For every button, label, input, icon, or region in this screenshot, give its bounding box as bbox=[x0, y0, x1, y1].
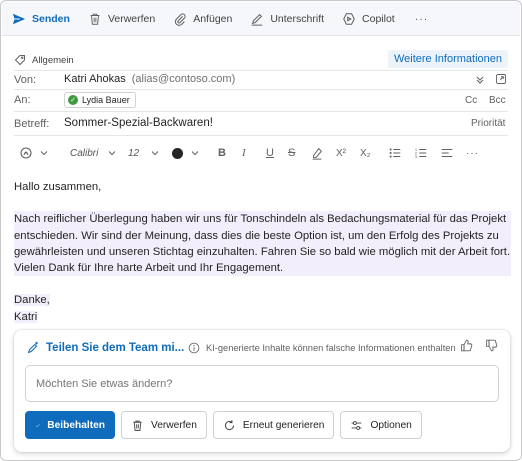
font-size: 12 bbox=[128, 147, 140, 159]
font-color-swatch bbox=[172, 147, 183, 159]
divider bbox=[14, 89, 508, 90]
keep-button[interactable]: Beibehalten bbox=[25, 411, 115, 439]
from-field[interactable]: Katri Ahokas (alias@contoso.com) bbox=[64, 73, 235, 85]
sparkle-pen-icon bbox=[27, 341, 38, 354]
cc-button[interactable]: Cc bbox=[465, 95, 477, 106]
closing: Danke, bbox=[14, 294, 50, 307]
copilot-actions: Beibehalten Verwerfen Erneut generieren … bbox=[25, 411, 422, 439]
strikethrough-button[interactable]: S bbox=[288, 147, 310, 159]
message-body[interactable]: Hallo zusammen, Nach reiflicher Überlegu… bbox=[14, 179, 511, 325]
from-name: Katri Ahokas bbox=[64, 73, 126, 85]
copilot-button[interactable]: Copilot bbox=[342, 7, 395, 31]
numbered-list-icon[interactable]: 123 bbox=[414, 146, 428, 160]
subscript-button[interactable]: X₂ bbox=[360, 148, 388, 159]
bcc-button[interactable]: Bcc bbox=[489, 95, 506, 106]
send-label: Senden bbox=[32, 12, 70, 25]
highlight-icon[interactable] bbox=[310, 146, 324, 160]
more-info-link[interactable]: Weitere Informationen bbox=[387, 50, 508, 68]
priority-button[interactable]: Priorität bbox=[471, 118, 505, 129]
ai-disclaimer: KI-generierte Inhalte können falsche Inf… bbox=[188, 342, 456, 354]
copilot-title[interactable]: Teilen Sie dem Team mi... bbox=[26, 341, 184, 355]
discard-draft-button[interactable]: Verwerfen bbox=[121, 411, 207, 439]
format-styles-icon bbox=[20, 147, 32, 159]
compose-window: Senden Verwerfen Anfügen Unterschrift Co… bbox=[0, 0, 522, 461]
body-paragraph: Nach reiflicher Überlegung haben wir uns… bbox=[14, 211, 511, 277]
greeting: Hallo zusammen, bbox=[14, 181, 102, 193]
send-icon bbox=[12, 13, 26, 24]
attach-label: Anfügen bbox=[193, 12, 233, 25]
compose-toolbar: Senden Verwerfen Anfügen Unterschrift Co… bbox=[2, 2, 520, 36]
chevron-down-icon[interactable] bbox=[475, 75, 485, 85]
align-icon[interactable] bbox=[440, 146, 454, 160]
styles-button[interactable] bbox=[20, 146, 70, 160]
recipient-chip[interactable]: ✓ Lydia Bauer bbox=[64, 92, 136, 108]
tag-icon bbox=[14, 55, 25, 66]
superscript-button[interactable]: X² bbox=[336, 148, 360, 159]
options-sliders-icon bbox=[352, 420, 362, 430]
disclaimer-text: KI-generierte Inhalte können falsche Inf… bbox=[206, 343, 456, 353]
discard-draft-label: Verwerfen bbox=[151, 419, 197, 431]
more-label: ··· bbox=[414, 12, 429, 25]
subject-label: Betreff: bbox=[14, 118, 50, 130]
chevron-down-icon bbox=[40, 151, 48, 156]
thumbs-up-icon[interactable] bbox=[460, 339, 473, 352]
copilot-icon bbox=[343, 12, 355, 25]
paperclip-icon bbox=[175, 12, 186, 26]
chevron-down-icon bbox=[151, 151, 159, 156]
popout-icon[interactable] bbox=[495, 73, 507, 85]
copilot-title-text: Teilen Sie dem Team mi... bbox=[46, 342, 185, 354]
format-bar: Calibri 12 B I U S X² X₂ 123 ··· bbox=[14, 142, 508, 164]
signature-label: Unterschrift bbox=[270, 12, 325, 25]
options-button[interactable]: Optionen bbox=[340, 411, 422, 439]
from-alias: (alias@contoso.com) bbox=[131, 73, 236, 85]
avatar: ✓ bbox=[68, 95, 78, 105]
checkmark-icon bbox=[35, 423, 40, 427]
discard-label: Verwerfen bbox=[107, 12, 156, 25]
keep-label: Beibehalten bbox=[47, 419, 105, 431]
send-button[interactable]: Senden bbox=[12, 7, 70, 31]
pen-icon bbox=[252, 13, 263, 26]
more-format-button[interactable]: ··· bbox=[466, 148, 479, 159]
signature: Katri bbox=[14, 310, 38, 323]
font-family-select[interactable]: Calibri bbox=[70, 148, 128, 159]
refresh-icon bbox=[224, 419, 234, 430]
attach-button[interactable]: Anfügen bbox=[173, 7, 232, 31]
font-size-select[interactable]: 12 bbox=[128, 148, 172, 159]
divider bbox=[14, 111, 508, 112]
svg-text:3: 3 bbox=[415, 154, 418, 159]
divider bbox=[14, 70, 508, 71]
font-color-button[interactable] bbox=[172, 147, 218, 159]
font-name: Calibri bbox=[70, 147, 99, 159]
to-label: An: bbox=[14, 94, 31, 106]
chevron-down-icon bbox=[191, 151, 199, 156]
bold-button[interactable]: B bbox=[218, 147, 242, 159]
copilot-prompt-input[interactable] bbox=[25, 365, 499, 402]
underline-button[interactable]: U bbox=[266, 147, 288, 159]
trash-icon bbox=[90, 13, 100, 25]
bullet-list-icon[interactable] bbox=[388, 146, 402, 160]
regenerate-label: Erneut generieren bbox=[242, 419, 325, 431]
italic-button[interactable]: I bbox=[242, 147, 266, 159]
discard-button[interactable]: Verwerfen bbox=[88, 7, 155, 31]
chevron-down-icon bbox=[108, 151, 116, 156]
sensitivity-row: Allgemein Weitere Informationen bbox=[14, 50, 508, 69]
trash-icon bbox=[133, 420, 142, 431]
info-icon bbox=[188, 342, 200, 354]
sensitivity-label[interactable]: Allgemein bbox=[32, 55, 74, 66]
subject-input[interactable]: Sommer-Spezial-Backwaren! bbox=[64, 117, 213, 129]
signature-button[interactable]: Unterschrift bbox=[250, 7, 324, 31]
from-label: Von: bbox=[14, 74, 37, 86]
copilot-panel: Teilen Sie dem Team mi... KI-generierte … bbox=[14, 330, 510, 452]
more-options-button[interactable]: ··· bbox=[415, 7, 429, 31]
divider bbox=[14, 135, 508, 136]
feedback-buttons bbox=[460, 339, 498, 352]
thumbs-down-icon[interactable] bbox=[485, 339, 498, 352]
regenerate-button[interactable]: Erneut generieren bbox=[212, 411, 335, 439]
options-label: Optionen bbox=[370, 419, 412, 431]
recipient-name: Lydia Bauer bbox=[82, 95, 130, 105]
copilot-label: Copilot bbox=[362, 12, 395, 25]
